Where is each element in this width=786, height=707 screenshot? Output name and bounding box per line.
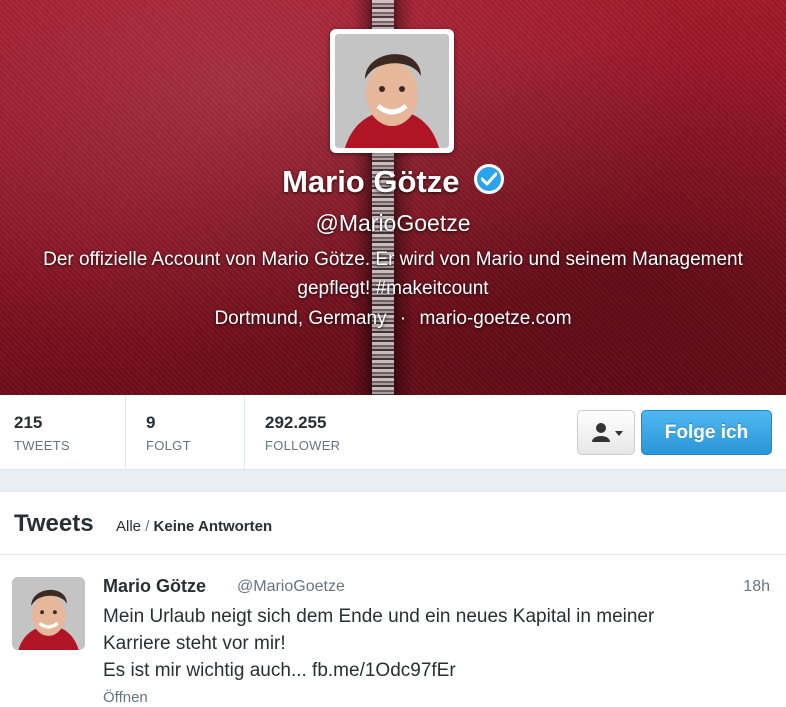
tweet-text-line: Karriere steht vor mir! [103, 633, 286, 654]
tweet-text: Mein Urlaub neigt sich dem Ende und ein … [103, 603, 763, 684]
profile-name-row: Mario Götze [0, 164, 786, 200]
tweets-title: Tweets [14, 510, 94, 537]
section-divider [0, 470, 786, 492]
tweet-expand-link[interactable]: Öffnen [103, 689, 148, 706]
profile-name: Mario Götze [282, 164, 460, 199]
follow-button[interactable]: Folge ich [641, 410, 772, 455]
tweet-item[interactable]: Mario Götze @MarioGoetze 18h Mein Urlaub… [0, 556, 786, 707]
tweet-author-name[interactable]: Mario Götze [103, 576, 206, 597]
tweet-text-line: Mein Urlaub neigt sich dem Ende und ein … [103, 606, 655, 627]
profile-handle: @MarioGoetze [315, 210, 471, 236]
stat-value: 215 [14, 413, 43, 432]
tweet-author-handle[interactable]: @MarioGoetze [237, 578, 345, 596]
stat-label: FOLLOWER [265, 438, 341, 453]
filter-separator: / [145, 518, 150, 535]
filter-no-replies[interactable]: Keine Antworten [154, 518, 273, 535]
tweets-header: Tweets Alle / Keine Antworten [0, 492, 786, 555]
tweet-avatar[interactable] [12, 577, 85, 650]
stat-value: 292.255 [265, 413, 327, 432]
stat-following[interactable]: 9 FOLGT [126, 395, 245, 470]
stat-followers[interactable]: 292.255 FOLLOWER [245, 395, 375, 470]
profile-location: Dortmund, Germany [214, 308, 387, 329]
profile-bio: Der offizielle Account von Mario Götze. … [43, 249, 743, 299]
stat-tweets[interactable]: 215 TWEETS [0, 395, 126, 470]
tweet-text-line[interactable]: Es ist mir wichtig auch... fb.me/1Odc97f… [103, 657, 763, 684]
meta-separator: · [399, 308, 407, 329]
profile-avatar[interactable] [330, 29, 454, 153]
stat-value: 9 [146, 413, 156, 432]
verified-badge-icon [473, 164, 504, 194]
stat-label: TWEETS [14, 438, 70, 453]
filter-all[interactable]: Alle [116, 518, 141, 535]
stat-label: FOLGT [146, 438, 191, 453]
user-icon [592, 423, 623, 442]
profile-meta: Dortmund, Germany · mario-goetze.com [0, 308, 786, 330]
tweets-filter: Alle / Keine Antworten [116, 518, 272, 535]
tweet-timestamp[interactable]: 18h [743, 578, 770, 596]
user-actions-button[interactable] [577, 410, 635, 455]
profile-website-link[interactable]: mario-goetze.com [419, 308, 571, 329]
avatar-photo [335, 34, 449, 148]
